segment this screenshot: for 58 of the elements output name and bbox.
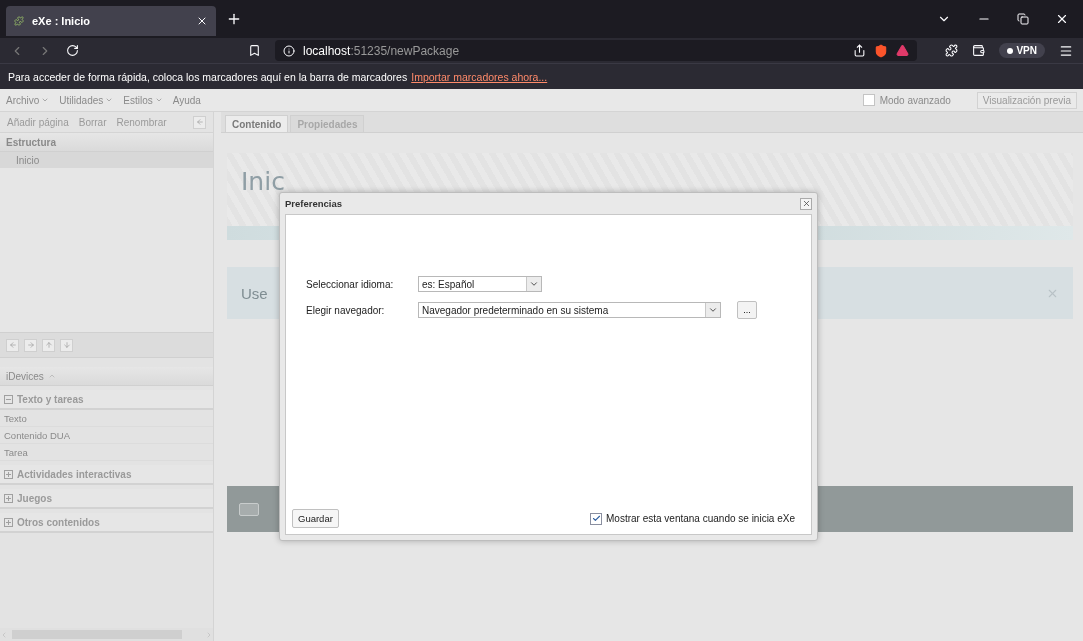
tab[interactable]: Contenido [225, 115, 289, 132]
plus-box-icon[interactable] [4, 493, 13, 503]
select-field[interactable]: es: Español [418, 276, 542, 292]
field-label: Seleccionar idioma: [306, 278, 395, 290]
save-button[interactable]: Guardar [292, 509, 339, 528]
plus-box-icon[interactable] [4, 517, 13, 527]
info-text: Use [241, 284, 268, 302]
outline-item[interactable]: Inicio [0, 152, 213, 168]
idevice-item[interactable]: Tarea [0, 444, 213, 461]
checkbox-label: Mostrar esta ventana cuando se inicia eXe [606, 513, 795, 524]
checkbox[interactable] [862, 94, 875, 106]
select-field[interactable]: Navegador predeterminado en su sistema [418, 302, 721, 318]
reload-icon[interactable] [66, 44, 79, 57]
section-header: iDevices [6, 370, 44, 382]
restore-icon[interactable] [1017, 13, 1029, 25]
plus-box-icon[interactable] [4, 469, 13, 479]
caret-icon[interactable] [529, 279, 539, 289]
menu-item[interactable]: Estilos [123, 94, 163, 106]
caret-icon[interactable] [41, 96, 50, 104]
menu-item[interactable]: Utilidades [59, 94, 114, 106]
minus-box-icon[interactable] [4, 394, 13, 404]
menu-item[interactable]: Archivo [6, 94, 50, 106]
puzzle-icon[interactable] [945, 44, 959, 57]
app-icon [14, 16, 24, 26]
browse-button[interactable]: ... [737, 301, 757, 319]
bookmark-icon[interactable] [248, 44, 261, 57]
address-field[interactable]: localhost:51235/newPackage [275, 40, 918, 61]
close-icon[interactable] [1055, 12, 1069, 26]
checkbox-label: Modo avanzado [879, 94, 951, 106]
new-tab-icon[interactable] [226, 11, 242, 27]
bookmarks-message: Para acceder de forma rápida, coloca los marcadores aquí en la barra de marcadores [8, 70, 408, 83]
idevice-item[interactable]: Texto [0, 410, 213, 427]
dot-icon [1007, 47, 1014, 54]
browser-tab[interactable]: eXe : Inicio [6, 6, 216, 36]
arrow-up-icon[interactable] [44, 341, 53, 349]
import-bookmarks-link[interactable]: Importar marcadores ahora... [411, 70, 548, 83]
shield-icon[interactable] [874, 43, 889, 58]
menu-item[interactable]: Ayuda [172, 94, 201, 106]
share-icon[interactable] [853, 44, 867, 57]
caret-icon[interactable] [154, 96, 163, 104]
license-icon [239, 502, 259, 516]
toolbar-link[interactable]: Añadir página [7, 116, 69, 128]
checkbox[interactable] [590, 512, 602, 525]
vpn-button[interactable]: VPN [999, 43, 1045, 58]
menu-icon[interactable] [1059, 43, 1073, 58]
page-title: Inic [240, 166, 286, 196]
close-icon[interactable] [196, 15, 208, 27]
dialog-title: Preferencias [285, 198, 343, 209]
triangle-icon[interactable] [896, 44, 910, 57]
info-icon [283, 44, 295, 57]
toolbar-link[interactable]: Borrar [78, 116, 107, 128]
wallet-icon[interactable] [972, 44, 986, 57]
caret-icon[interactable] [105, 96, 114, 104]
preview-button[interactable]: Visualización previa [976, 91, 1077, 109]
idevice-item[interactable]: Contenido DUA [0, 427, 213, 444]
toolbar-link[interactable]: Renombrar [116, 116, 167, 128]
field-label: Elegir navegador: [306, 304, 386, 316]
caret-icon[interactable] [708, 305, 718, 315]
